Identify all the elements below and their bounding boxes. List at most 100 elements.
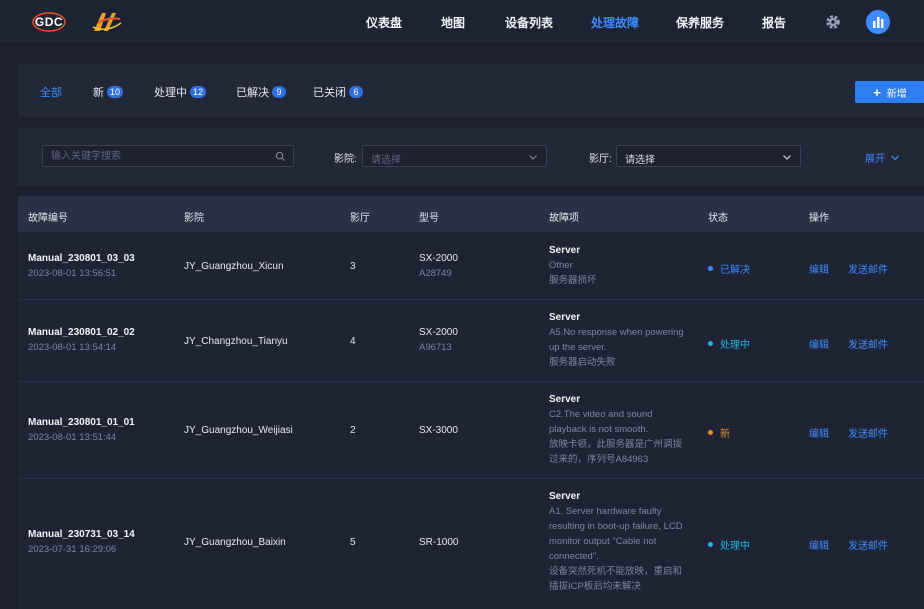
expand-label: 展开 — [865, 154, 885, 165]
count-badge: 10 — [107, 86, 124, 98]
tab-resolved[interactable]: 已解决 9 — [236, 84, 286, 100]
table-row[interactable]: Manual_230801_02_02 2023-08-01 13:54:14 … — [18, 300, 924, 382]
count-badge: 12 — [190, 86, 207, 98]
send-email-link[interactable]: 发送邮件 — [848, 537, 888, 552]
model-cell: SX-3000 — [419, 425, 458, 436]
fault-id: Manual_230801_03_03 — [28, 253, 135, 264]
fault-line: 服务器损坏 — [549, 275, 597, 286]
hall-select[interactable]: 请选择 — [616, 145, 801, 167]
fault-title: Server — [549, 245, 581, 256]
nav-reports[interactable]: 报告 — [762, 14, 786, 31]
fault-item-cell: Server C2.The video and sound playback i… — [549, 394, 682, 467]
cinema-cell: JY_Guangzhou_Baixin — [184, 537, 286, 548]
send-email-link[interactable]: 发送邮件 — [848, 261, 888, 276]
logo-text: GDC — [34, 15, 64, 29]
nav-maintenance[interactable]: 保养服务 — [676, 14, 724, 31]
fault-title: Server — [549, 312, 581, 323]
fault-line: Other — [549, 260, 573, 271]
search-box — [42, 145, 294, 167]
status-text: 新 — [720, 429, 730, 440]
chevron-down-icon — [891, 155, 899, 160]
fault-line: connected". — [549, 551, 599, 562]
fault-line: A1. Server hardware faulty — [549, 506, 662, 517]
edit-link[interactable]: 编辑 — [809, 425, 829, 440]
fault-line: 过来的，序列号A84963 — [549, 454, 649, 465]
fault-time: 2023-07-31 16:29:06 — [28, 544, 117, 555]
edit-link[interactable]: 编辑 — [809, 336, 829, 351]
hall-filter-label: 影厅: — [589, 154, 612, 165]
tab-in-progress[interactable]: 处理中 12 — [154, 84, 207, 100]
filter-panel: 影院: 请选择 影厅: 请选择 展开 — [18, 128, 924, 186]
tab-label: 处理中 — [154, 87, 187, 99]
fault-id-cell: Manual_230731_03_14 2023-07-31 16:29:06 — [28, 529, 135, 555]
fault-line: up the server. — [549, 342, 607, 353]
search-icon[interactable] — [275, 151, 286, 162]
fault-time: 2023-08-01 13:56:51 — [28, 268, 117, 279]
table-row[interactable]: Manual_230731_03_14 2023-07-31 16:29:06 … — [18, 479, 924, 609]
table-row[interactable]: Manual_230801_03_03 2023-08-01 13:56:51 … — [18, 232, 924, 300]
fault-time: 2023-08-01 13:51:44 — [28, 432, 117, 443]
add-button[interactable]: + 新增 — [855, 81, 924, 103]
model-name: SX-2000 — [419, 327, 458, 338]
fault-line: resulting in boot-up failure, LCD — [549, 521, 683, 532]
tab-new[interactable]: 新 10 — [93, 84, 124, 100]
status-dot-icon — [708, 430, 713, 435]
gear-icon[interactable] — [824, 13, 842, 31]
serial-number: A28749 — [419, 268, 452, 279]
plus-icon: + — [873, 84, 881, 100]
edit-link[interactable]: 编辑 — [809, 261, 829, 276]
brand-n-logo-icon[interactable] — [90, 9, 124, 35]
cinema-cell: JY_Guangzhou_Xicun — [184, 261, 284, 272]
tab-label: 已关闭 — [313, 87, 346, 99]
avatar[interactable] — [866, 10, 890, 34]
fault-line: playback is not smooth. — [549, 424, 649, 435]
hall-cell: 4 — [350, 336, 356, 347]
fault-id-cell: Manual_230801_03_03 2023-08-01 13:56:51 — [28, 253, 135, 279]
fault-line: 服务器启动失败 — [549, 357, 616, 368]
status-dot-icon — [708, 266, 713, 271]
nav-handle-faults[interactable]: 处理故障 — [591, 14, 639, 31]
nav-map[interactable]: 地图 — [441, 14, 465, 31]
fault-item-cell: Server A1. Server hardware faulty result… — [549, 491, 683, 594]
tab-closed[interactable]: 已关闭 6 — [313, 84, 363, 100]
status-text: 处理中 — [720, 541, 750, 552]
cinema-filter-label: 影院: — [334, 154, 357, 165]
tab-label: 新 — [93, 87, 104, 99]
send-email-link[interactable]: 发送邮件 — [848, 336, 888, 351]
tab-label: 全部 — [40, 87, 62, 99]
status-badge: 已解决 — [708, 261, 750, 276]
status-badge: 处理中 — [708, 336, 750, 351]
fault-id: Manual_230731_03_14 — [28, 529, 135, 540]
cinema-select[interactable]: 请选择 — [362, 145, 547, 167]
fault-line: monitor output "Cable not — [549, 536, 657, 547]
tab-label: 已解决 — [236, 87, 269, 99]
nav-device-list[interactable]: 设备列表 — [505, 14, 553, 31]
hall-cell: 2 — [350, 425, 356, 436]
edit-link[interactable]: 编辑 — [809, 537, 829, 552]
status-text: 已解决 — [720, 265, 750, 276]
hall-cell: 3 — [350, 261, 356, 272]
status-tabs-panel: 全部 新 10 处理中 12 已解决 9 已关闭 6 + 新增 — [18, 64, 924, 117]
gdc-logo[interactable]: GDC — [32, 11, 66, 33]
col-fault-item: 故障项 — [549, 213, 579, 224]
model-name: SX-2000 — [419, 253, 458, 264]
chevron-down-icon — [529, 155, 537, 160]
col-cinema: 影院 — [184, 213, 204, 224]
fault-id-cell: Manual_230801_02_02 2023-08-01 13:54:14 — [28, 327, 135, 353]
fault-item-cell: Server Other 服务器损坏 — [549, 245, 597, 288]
col-fault-id: 故障编号 — [28, 213, 68, 224]
nav-dashboard[interactable]: 仪表盘 — [366, 14, 402, 31]
status-dot-icon — [708, 341, 713, 346]
col-status: 状态 — [708, 213, 728, 224]
col-actions: 操作 — [809, 213, 829, 224]
tab-all[interactable]: 全部 — [40, 84, 62, 100]
model-cell: SX-2000 A28749 — [419, 253, 458, 279]
cinema-cell: JY_Guangzhou_Weijiasi — [184, 425, 293, 436]
fault-line: 设备突然死机不能放映，重启和 — [549, 566, 683, 577]
send-email-link[interactable]: 发送邮件 — [848, 425, 888, 440]
hall-cell: 5 — [350, 537, 356, 548]
search-input[interactable] — [51, 148, 271, 164]
table-row[interactable]: Manual_230801_01_01 2023-08-01 13:51:44 … — [18, 382, 924, 479]
expand-filters-toggle[interactable]: 展开 — [865, 150, 900, 165]
fault-title: Server — [549, 394, 581, 405]
